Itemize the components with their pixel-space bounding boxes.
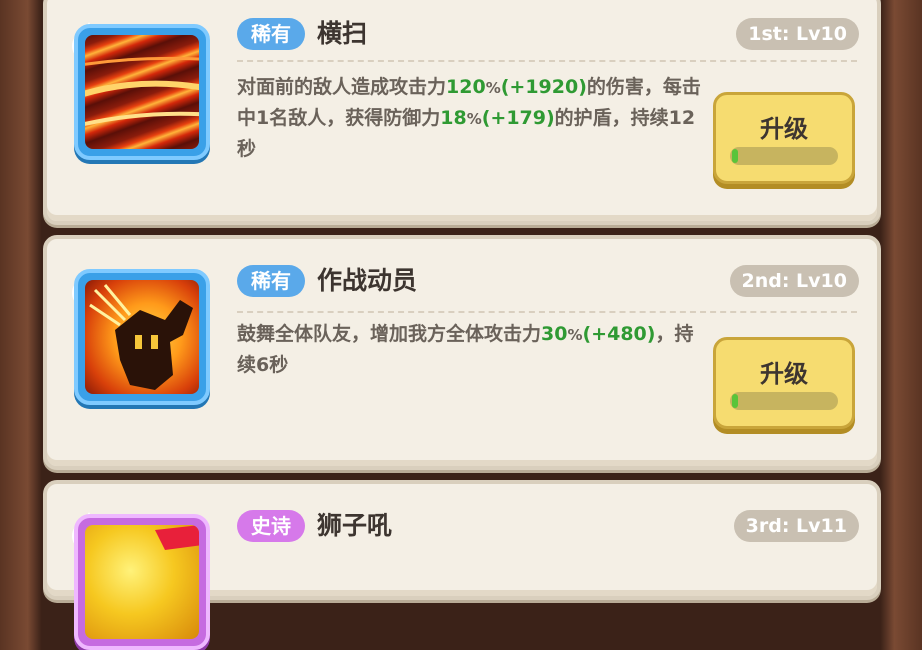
skill-name: 作战动员 xyxy=(317,266,418,295)
divider xyxy=(237,60,857,62)
skill-name: 横扫 xyxy=(317,19,368,48)
skill-card: 3 稀有 作战动员 2nd: Lv10 鼓舞全体队友，增加我方全体攻击力30%(… xyxy=(43,235,881,470)
skill-level-tag: 1st: Lv10 xyxy=(736,18,859,50)
slash-icon xyxy=(85,35,199,149)
lion-icon xyxy=(85,525,199,639)
skill-level-tag: 3rd: Lv11 xyxy=(733,510,859,542)
upgrade-progress-bar xyxy=(730,147,838,165)
skill-name: 狮子吼 xyxy=(317,511,393,540)
skill-level-tag: 2nd: Lv10 xyxy=(729,265,859,297)
upgrade-progress-fill xyxy=(732,149,738,163)
upgrade-progress-bar xyxy=(730,392,838,410)
rarity-badge: 稀有 xyxy=(237,265,305,297)
divider xyxy=(237,311,857,313)
upgrade-button[interactable]: 升级 xyxy=(713,337,855,429)
upgrade-button-label: 升级 xyxy=(760,360,808,388)
upgrade-button-label: 升级 xyxy=(760,115,808,143)
skill-icon-frame[interactable] xyxy=(74,514,210,650)
skill-description: 鼓舞全体队友，增加我方全体攻击力30%(+480)，持续6秒 xyxy=(237,323,694,376)
skill-icon-frame[interactable] xyxy=(74,24,210,160)
upgrade-button[interactable]: 升级 xyxy=(713,92,855,184)
upgrade-progress-fill xyxy=(732,394,738,408)
skill-card: 2 史诗 狮子吼 3rd: Lv11 xyxy=(43,480,881,650)
skill-description: 对面前的敌人造成攻击力120%(+1920)的伤害，每击中1名敌人，获得防御力1… xyxy=(237,76,701,160)
rarity-badge: 史诗 xyxy=(237,510,305,542)
rarity-badge: 稀有 xyxy=(237,18,305,50)
skill-card: 3 稀有 横扫 1st: Lv10 对面前的敌人造成攻击力120%(+1920)… xyxy=(43,0,881,225)
skill-icon-frame[interactable] xyxy=(74,269,210,405)
rally-icon xyxy=(85,280,199,394)
